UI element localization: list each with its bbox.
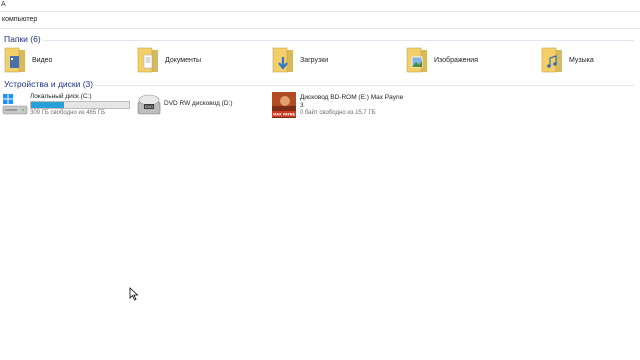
local-disk-icon — [2, 94, 28, 115]
drive-name: DVD RW дисковод (D:) — [164, 100, 233, 107]
mouse-cursor-icon — [129, 287, 139, 301]
folders-group-divider — [44, 40, 634, 41]
drive-d[interactable]: DVD DVD RW дисковод (D:) — [136, 92, 266, 120]
drive-name: Дисковод BD-ROM (E:) Max Payne — [300, 94, 404, 101]
music-folder-icon — [541, 47, 562, 73]
folder-label: Изображения — [434, 57, 478, 64]
video-folder-icon — [4, 47, 25, 73]
folder-label: Документы — [165, 57, 202, 64]
folder-downloads[interactable]: Загрузки — [271, 47, 391, 77]
folders-group-header[interactable]: Папки (6) — [4, 34, 41, 44]
disk-usage-fill — [31, 102, 65, 108]
devices-group-header[interactable]: Устройства и диски (3) — [4, 79, 93, 89]
dvd-logo-text: DVD — [145, 105, 153, 109]
max-payne-disc-icon: MAX PAYNE — [272, 92, 296, 118]
downloads-folder-icon — [272, 47, 293, 73]
drive-free-space: 309 ГБ свободно из 465 ГБ — [30, 110, 106, 116]
address-text: компьютер — [2, 16, 38, 23]
folder-documents[interactable]: Документы — [136, 47, 256, 77]
drive-name-continuation: 3 — [300, 102, 304, 109]
devices-group-divider — [92, 85, 634, 86]
drive-c[interactable]: Локальный диск (C:) 309 ГБ свободно из 4… — [2, 92, 134, 120]
folder-label: Загрузки — [300, 57, 329, 64]
drive-name: Локальный диск (C:) — [30, 93, 92, 100]
folder-video[interactable]: Видео — [3, 47, 123, 77]
window-title-fragment: А — [1, 1, 6, 8]
drive-free-space: 0 байт свободно из 15,7 ГБ — [300, 110, 376, 116]
disk-usage-bar — [30, 101, 130, 109]
disc-title-text: MAX PAYNE — [273, 113, 296, 117]
folder-pictures[interactable]: Изображения — [405, 47, 525, 77]
address-bar[interactable]: компьютер — [0, 11, 640, 29]
drive-e[interactable]: MAX PAYNE Дисковод BD-ROM (E:) Max Payne… — [271, 92, 411, 120]
pictures-folder-icon — [406, 47, 427, 73]
documents-folder-icon — [137, 47, 158, 73]
folder-label: Музыка — [569, 57, 594, 64]
folder-music[interactable]: Музыка — [540, 47, 640, 77]
folder-label: Видео — [32, 57, 53, 64]
dvd-drive-icon: DVD — [137, 94, 161, 115]
